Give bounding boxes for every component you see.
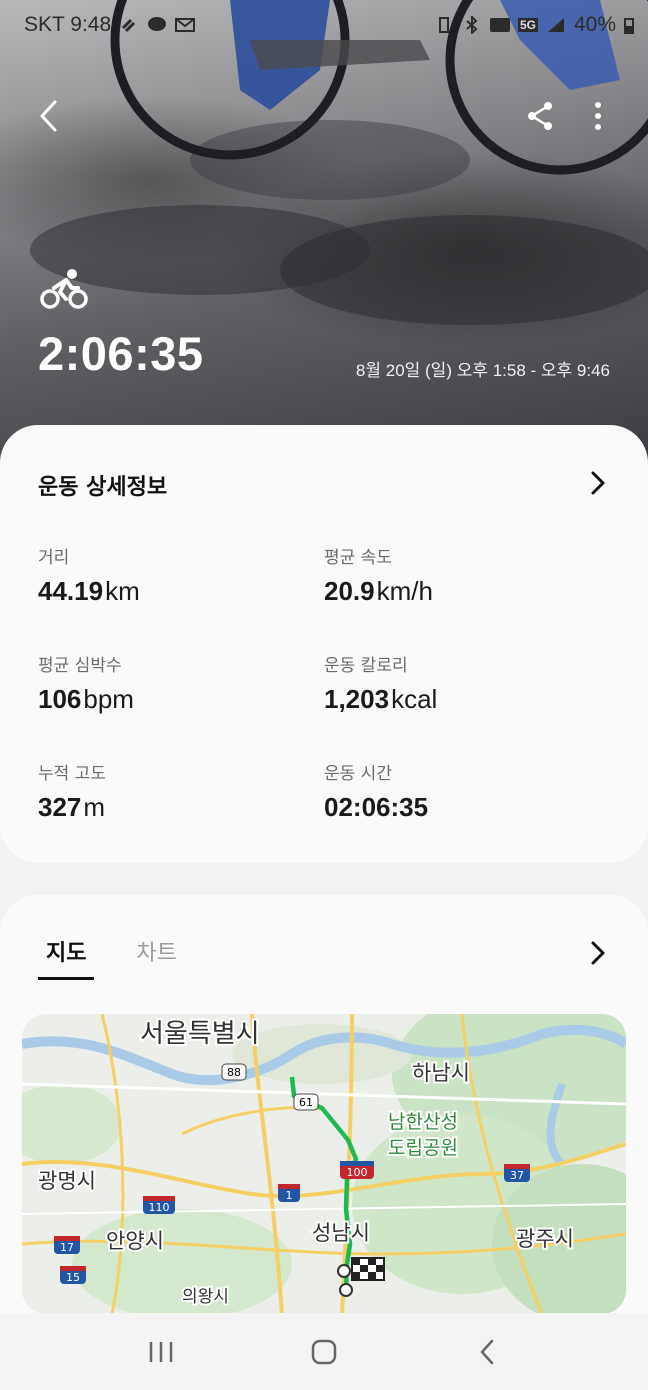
metric-value: 44.19km (38, 576, 308, 607)
system-navigation-bar (0, 1313, 648, 1390)
tab-chart[interactable]: 차트 (136, 935, 176, 980)
system-back-button[interactable] (457, 1322, 517, 1382)
metric-number: 20.9 (324, 576, 375, 606)
map-canvas: 88 61 100 1 110 37 17 15 서울특별시 하남시 남한산성 … (22, 1014, 626, 1314)
metric-value: 02:06:35 (324, 792, 594, 823)
carrier-time: SKT 9:48 (24, 13, 112, 36)
shield-label: 110 (149, 1201, 170, 1214)
metric-avg-speed: 평균 속도 20.9km/h (324, 543, 594, 607)
highway-shield-15: 15 (60, 1266, 86, 1284)
place-label-seongnam: 성남시 (312, 1221, 370, 1245)
metric-value: 327m (38, 792, 308, 823)
metric-value: 1,203kcal (324, 684, 594, 715)
metric-unit: m (83, 792, 106, 822)
highway-shield-88: 88 (221, 1063, 247, 1081)
metric-unit: kcal (391, 684, 438, 714)
place-label-namhansanseong: 남한산성 (388, 1111, 458, 1133)
metric-label: 거리 (38, 548, 70, 568)
highway-shield-17: 17 (54, 1236, 80, 1254)
metric-number: 327 (38, 792, 82, 822)
metric-label: 평균 심박수 (38, 656, 122, 676)
chevron-left-icon (40, 100, 57, 132)
home-icon (311, 1339, 337, 1364)
metric-elevation-gain: 누적 고도 327m (38, 759, 308, 823)
metric-label: 누적 고도 (38, 764, 106, 784)
metric-label: 평균 속도 (324, 548, 392, 568)
finish-flag-icon (351, 1257, 385, 1281)
workout-details-card: 운동 상세정보 거리 44.19km 평균 속도 20.9km/h 평균 심박수… (0, 425, 648, 863)
network-badge: 5G (517, 18, 538, 32)
place-label-anyang: 안양시 (106, 1229, 164, 1253)
route-map[interactable]: 88 61 100 1 110 37 17 15 서울특별시 하남시 남한산성 … (22, 1014, 626, 1314)
hd-voice-icon (489, 18, 510, 32)
metric-value: 20.9km/h (324, 576, 594, 607)
highway-shield-110: 110 (143, 1196, 175, 1214)
details-title: 운동 상세정보 (38, 475, 168, 500)
battery-icon (624, 18, 634, 34)
route-end-marker (339, 1283, 353, 1297)
more-options-button[interactable] (570, 88, 626, 144)
place-label-gwangju: 광주시 (516, 1227, 574, 1251)
shield-label: 17 (60, 1241, 74, 1254)
mail-icon (175, 18, 196, 32)
share-icon (528, 102, 552, 130)
recent-apps-icon (150, 1341, 173, 1362)
highway-shield-100: 100 (340, 1161, 374, 1179)
metric-distance: 거리 44.19km (38, 543, 308, 607)
shield-label: 1 (286, 1189, 293, 1202)
place-label-seoul: 서울특별시 (140, 1019, 260, 1049)
share-button[interactable] (512, 88, 568, 144)
vibrate-icon (438, 17, 449, 33)
metric-unit: bpm (83, 684, 134, 714)
link-icon (122, 18, 136, 33)
place-label-uiwang: 의왕시 (182, 1287, 229, 1307)
shield-label: 88 (227, 1066, 241, 1079)
metric-unit: km (105, 576, 140, 606)
metric-avg-heart-rate: 평균 심박수 106bpm (38, 651, 308, 715)
metric-value: 106bpm (38, 684, 308, 715)
tab-map[interactable]: 지도 (38, 935, 95, 980)
battery-percent: 40% (573, 13, 616, 36)
shield-label: 61 (299, 1096, 313, 1109)
metric-workout-time: 운동 시간 02:06:35 (324, 759, 594, 823)
highway-shield-61: 61 (293, 1093, 319, 1111)
more-vertical-icon (595, 102, 601, 130)
cycling-icon (40, 269, 88, 309)
back-button[interactable] (20, 88, 76, 144)
status-bar: SKT 9:48 5G 40% (24, 10, 634, 40)
hero-banner: SKT 9:48 5G 40% 2:06:35 8월 20일 (일) 오후 1:… (0, 0, 648, 470)
chevron-right-icon (591, 941, 605, 965)
recent-apps-button[interactable] (131, 1322, 191, 1382)
shield-label: 15 (66, 1271, 80, 1284)
workout-date-range: 8월 20일 (일) 오후 1:58 - 오후 9:46 (355, 361, 610, 380)
place-label-gwangmyeong: 광명시 (38, 1169, 96, 1193)
metric-label: 운동 칼로리 (324, 656, 408, 676)
route-expand-button[interactable] (578, 933, 618, 973)
talk-icon (148, 17, 167, 31)
metric-unit: km/h (376, 576, 433, 606)
bluetooth-icon (466, 16, 478, 34)
shield-label: 37 (510, 1169, 524, 1182)
chevron-left-icon (480, 1339, 493, 1364)
metric-calories: 운동 칼로리 1,203kcal (324, 651, 594, 715)
place-label-hanam: 하남시 (412, 1061, 470, 1085)
signal-icon (547, 18, 564, 32)
metric-label: 운동 시간 (324, 764, 392, 784)
place-label-provincial-park: 도립공원 (388, 1137, 458, 1159)
workout-duration: 2:06:35 (38, 327, 204, 380)
home-button[interactable] (294, 1322, 354, 1382)
highway-shield-1: 1 (278, 1184, 300, 1202)
metric-number: 44.19 (38, 576, 104, 606)
cyclist-photo (30, 0, 648, 325)
highway-shield-37: 37 (504, 1164, 530, 1182)
route-tabs: 지도 차트 (38, 935, 177, 980)
route-start-marker (337, 1264, 351, 1278)
chevron-right-icon (591, 471, 605, 495)
metric-number: 02:06:35 (324, 792, 429, 822)
details-expand-button[interactable] (578, 463, 618, 503)
shield-label: 100 (347, 1166, 368, 1179)
metric-number: 106 (38, 684, 82, 714)
metric-number: 1,203 (324, 684, 390, 714)
